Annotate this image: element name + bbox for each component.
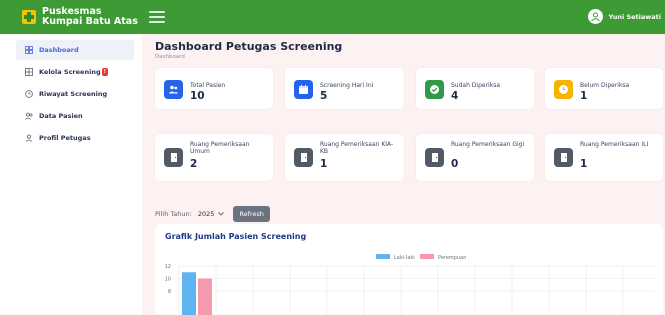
check-icon — [425, 80, 444, 99]
bar-laki-laki — [182, 272, 196, 315]
legend-label: Laki-laki — [394, 255, 415, 261]
stat-label: Total Pasien — [190, 82, 226, 89]
y-tick-label: 8 — [168, 289, 171, 295]
breadcrumb: Dashboard — [155, 54, 185, 60]
door-icon — [294, 148, 313, 167]
calendar-icon — [294, 80, 313, 99]
sidebar-item-label: Riwayat Screening — [39, 90, 108, 98]
room-value: 1 — [320, 158, 328, 170]
brand-logo — [22, 10, 36, 24]
stat-card-belum-diperiksa: Belum Diperiksa 1 — [545, 68, 663, 109]
room-label: Ruang Pemeriksaan KIA-KB — [320, 141, 394, 155]
sidebar-item-kelola-screening[interactable]: Kelola Screening ! — [16, 62, 134, 82]
stat-value: 5 — [320, 90, 328, 102]
room-label: Ruang Pemeriksaan Gigi — [451, 141, 525, 148]
door-icon — [554, 148, 573, 167]
door-icon — [425, 148, 444, 167]
room-card-umum: Ruang Pemeriksaan Umum 2 — [155, 134, 273, 181]
year-filter: Pilih Tahun: 2025 Refresh — [155, 206, 270, 222]
stat-value: 10 — [190, 90, 205, 102]
stat-label: Sudah Diperiksa — [451, 82, 501, 89]
sidebar-item-label: Kelola Screening — [39, 68, 101, 76]
stat-value: 4 — [451, 90, 459, 102]
top-navbar: Puskesmas Kumpai Batu Atas Yuni Setiawat… — [0, 0, 665, 34]
y-tick-label: 10 — [165, 277, 171, 283]
sidebar-item-riwayat-screening[interactable]: Riwayat Screening — [16, 84, 134, 104]
brand-title: Puskesmas Kumpai Batu Atas — [42, 7, 138, 27]
refresh-button[interactable]: Refresh — [233, 206, 270, 222]
stat-card-screening-hari-ini: Screening Hari Ini 5 — [285, 68, 404, 109]
sidebar-item-profil-petugas[interactable]: Profil Petugas — [16, 128, 134, 148]
stat-label: Screening Hari Ini — [320, 82, 374, 89]
chevron-down-icon — [218, 212, 225, 216]
sidebar-item-label: Profil Petugas — [39, 134, 91, 142]
room-value: 2 — [190, 158, 198, 170]
y-tick-label: 12 — [165, 264, 171, 270]
bar-perempuan — [198, 278, 212, 315]
users-icon — [24, 112, 33, 121]
stat-card-sudah-diperiksa: Sudah Diperiksa 4 — [416, 68, 534, 109]
notification-badge: ! — [101, 68, 108, 76]
room-label: Ruang Pemeriksaan ILI — [580, 141, 649, 148]
stat-card-total-pasien: Total Pasien 10 — [155, 68, 273, 109]
user-menu[interactable]: Yuni Setiawati — [588, 9, 661, 24]
users-icon — [164, 80, 183, 99]
legend-swatch — [376, 254, 390, 259]
clock-icon — [554, 80, 573, 99]
sidebar: Dashboard Kelola Screening ! Riwayat Scr… — [0, 34, 142, 315]
grid-icon — [24, 46, 33, 55]
room-card-gigi: Ruang Pemeriksaan Gigi 0 — [416, 134, 534, 181]
sidebar-item-data-pasien[interactable]: Data Pasien — [16, 106, 134, 126]
main-content: Dashboard Petugas Screening Dashboard To… — [142, 34, 665, 315]
room-value: 0 — [451, 158, 459, 170]
brand-title-line2: Kumpai Batu Atas — [42, 16, 138, 27]
clock-icon — [24, 90, 33, 99]
legend-swatch — [420, 254, 434, 259]
year-select[interactable]: 2025 — [195, 209, 228, 219]
page-title: Dashboard Petugas Screening — [155, 40, 343, 53]
stat-label: Belum Diperiksa — [580, 82, 630, 89]
sidebar-item-dashboard[interactable]: Dashboard — [16, 40, 134, 60]
sidebar-item-label: Dashboard — [39, 46, 79, 54]
chart-card: Grafik Jumlah Pasien Screening Laki-laki… — [155, 224, 663, 315]
chart-title: Grafik Jumlah Pasien Screening — [165, 232, 307, 241]
user-avatar-icon — [588, 9, 604, 24]
room-label: Ruang Pemeriksaan Umum — [190, 141, 250, 155]
year-label: Pilih Tahun: — [155, 210, 192, 218]
grid-icon — [24, 68, 33, 77]
bar-chart: Laki-laki Perempuan 12 10 8 — [165, 254, 655, 315]
stat-value: 1 — [580, 90, 588, 102]
room-card-kia-kb: Ruang Pemeriksaan KIA-KB 1 — [285, 134, 404, 181]
sidebar-item-label: Data Pasien — [39, 112, 83, 120]
hamburger-menu-icon[interactable] — [149, 10, 165, 24]
user-icon — [24, 134, 33, 143]
user-name: Yuni Setiawati — [608, 12, 661, 21]
brand[interactable]: Puskesmas Kumpai Batu Atas — [0, 7, 145, 27]
door-icon — [164, 148, 183, 167]
room-card-ili: Ruang Pemeriksaan ILI 1 — [545, 134, 663, 181]
legend-label: Perempuan — [438, 255, 466, 261]
year-value: 2025 — [197, 210, 215, 218]
room-value: 1 — [580, 158, 588, 170]
